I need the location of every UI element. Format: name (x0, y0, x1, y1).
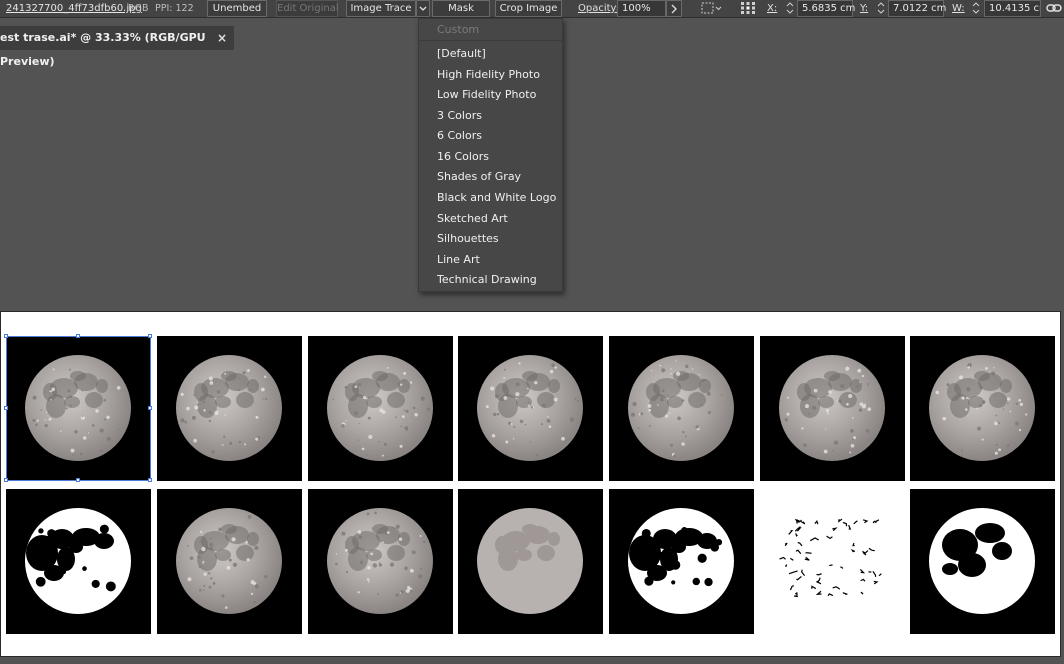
menu-item-silhouettes[interactable]: Silhouettes (419, 229, 562, 249)
x-label[interactable]: X: (767, 0, 777, 17)
moon-silhouette-tile[interactable] (910, 489, 1055, 634)
image-trace-button[interactable]: Image Trace (346, 0, 416, 17)
crop-image-button[interactable]: Crop Image (495, 0, 562, 17)
resize-handle[interactable] (148, 406, 152, 410)
moon-gray-image (477, 508, 583, 614)
menu-header: Custom (419, 19, 562, 41)
moon-photo-tile[interactable] (609, 336, 754, 481)
moon-black-white-image (628, 508, 734, 614)
moon-photo-image (327, 508, 433, 614)
moon-photo-image (628, 355, 734, 461)
w-label[interactable]: W: (952, 0, 965, 17)
menu-item-sketched-art[interactable]: Sketched Art (419, 209, 562, 229)
color-mode-label: RGB (128, 3, 149, 14)
control-bar: 241327700_4ff73dfb60.jpg RGB PPI: 122 Un… (0, 0, 1064, 18)
moon-photo-tile[interactable] (157, 336, 302, 481)
image-trace-presets-menu: Custom [Default] High Fidelity Photo Low… (418, 18, 563, 292)
moon-gray-tile[interactable] (458, 489, 603, 634)
moon-photo-image (176, 508, 282, 614)
moon-photo-tile[interactable] (6, 336, 151, 481)
moon-photo-image (929, 355, 1035, 461)
resize-handle[interactable] (148, 478, 152, 482)
workspace-bottom (0, 657, 1064, 664)
moon-line-art-tile[interactable] (760, 489, 905, 634)
edit-original-button: Edit Original (276, 0, 339, 17)
menu-item-technical-drawing[interactable]: Technical Drawing (419, 270, 562, 290)
mask-button[interactable]: Mask (432, 0, 490, 17)
unembed-button[interactable]: Unembed (207, 0, 267, 17)
moon-black-white-tile[interactable] (6, 489, 151, 634)
moon-photo-image (176, 355, 282, 461)
linked-filename[interactable]: 241327700_4ff73dfb60.jpg (6, 0, 142, 17)
y-stepper-icon[interactable] (875, 0, 887, 17)
menu-item-16-colors[interactable]: 16 Colors (419, 147, 562, 167)
resize-handle[interactable] (4, 406, 8, 410)
opacity-expand-button[interactable] (666, 0, 682, 17)
resize-handle[interactable] (76, 478, 80, 482)
w-field[interactable]: 10.4135 cm (984, 0, 1041, 17)
menu-item-low-fidelity-photo[interactable]: Low Fidelity Photo (419, 85, 562, 105)
moon-silhouette-image (929, 508, 1035, 614)
moon-photo-image (25, 355, 131, 461)
document-tab-title: est trase.ai* @ 33.33% (RGB/GPU Preview) (0, 31, 206, 68)
y-field[interactable]: 7.0122 cm (888, 0, 946, 17)
moon-photo-tile[interactable] (458, 336, 603, 481)
moon-photo-tile[interactable] (157, 489, 302, 634)
menu-item-line-art[interactable]: Line Art (419, 250, 562, 270)
reference-point-icon[interactable] (738, 0, 758, 17)
x-stepper-icon[interactable] (784, 0, 796, 17)
moon-photo-tile[interactable] (910, 336, 1055, 481)
resize-handle[interactable] (76, 334, 80, 338)
chevron-right-icon (671, 4, 677, 14)
menu-item-black-and-white-logo[interactable]: Black and White Logo (419, 188, 562, 208)
link-icon[interactable] (1046, 0, 1062, 17)
align-grid-icon[interactable] (700, 0, 724, 17)
moon-photo-tile[interactable] (308, 336, 453, 481)
moon-photo-image (327, 355, 433, 461)
moon-photo-image (477, 355, 583, 461)
menu-header-custom: Custom (437, 23, 480, 36)
close-icon[interactable]: × (217, 26, 227, 50)
chevron-down-icon (419, 6, 427, 11)
image-trace-dropdown-button[interactable] (416, 0, 430, 17)
moon-black-white-tile[interactable] (609, 489, 754, 634)
menu-item-shades-of-gray[interactable]: Shades of Gray (419, 167, 562, 187)
resize-handle[interactable] (4, 334, 8, 338)
document-tab[interactable]: est trase.ai* @ 33.33% (RGB/GPU Preview)… (0, 26, 234, 68)
x-field[interactable]: 5.6835 cm (797, 0, 855, 17)
y-label[interactable]: Y: (860, 0, 868, 17)
moon-photo-tile[interactable] (760, 336, 905, 481)
menu-item-3-colors[interactable]: 3 Colors (419, 106, 562, 126)
menu-item-high-fidelity-photo[interactable]: High Fidelity Photo (419, 65, 562, 85)
moon-photo-tile[interactable] (308, 489, 453, 634)
opacity-field[interactable]: 100% (617, 0, 666, 17)
moon-photo-image (779, 355, 885, 461)
moon-line-art-image (779, 518, 882, 598)
menu-item-6-colors[interactable]: 6 Colors (419, 126, 562, 146)
menu-item-default[interactable]: [Default] (419, 44, 562, 64)
opacity-label[interactable]: Opacity: (578, 0, 619, 17)
resize-handle[interactable] (4, 478, 8, 482)
ppi-label: PPI: 122 (155, 3, 194, 14)
w-stepper-icon[interactable] (970, 0, 982, 17)
moon-black-white-image (25, 508, 131, 614)
resize-handle[interactable] (148, 334, 152, 338)
